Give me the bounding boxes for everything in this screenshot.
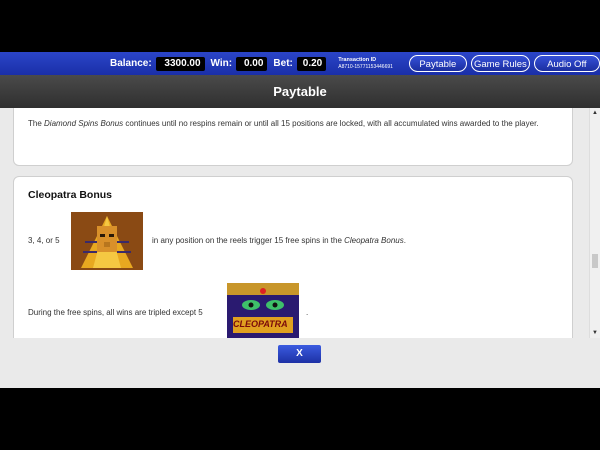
audio-button[interactable]: Audio Off [533,55,600,72]
transaction-id-value: A8710-15771153446691 [338,63,393,70]
win-value: 0.00 [236,56,268,71]
balance-value: 3300.00 [155,56,205,71]
transaction-id-label: Transaction ID [338,56,377,63]
triple-text-end: . [306,308,309,317]
trigger-text: in any position on the reels trigger 15 … [152,236,406,245]
trigger-count-text: 3, 4, or 5 [28,236,60,245]
scroll-down-icon[interactable]: ▼ [592,330,598,336]
balance-label: Balance: [110,58,152,69]
transaction-id: Transaction ID A8710-15771153446691 [338,57,404,71]
diamond-spins-panel: The Diamond Spins Bonus continues until … [13,108,573,166]
cleopatra-symbol-icon: CLEOPATRA [227,283,299,338]
win-label: Win: [210,58,233,69]
paytable-button[interactable]: Paytable [408,55,468,72]
triple-wins-text: During the free spins, all wins are trip… [28,308,203,317]
pharaoh-symbol-icon [71,212,143,270]
scroll-up-icon[interactable]: ▲ [592,110,598,116]
paytable-footer: X [0,338,600,388]
diamond-spins-text: The Diamond Spins Bonus continues until … [28,119,539,128]
game-rules-button[interactable]: Game Rules [471,55,530,72]
bet-label: Bet: [273,58,293,69]
page-title: Paytable [0,75,600,108]
status-bar: Balance: 3300.00 Win: 0.00 Bet: 0.20 Tra… [0,52,600,75]
paytable-content[interactable]: The Diamond Spins Bonus continues until … [0,108,600,338]
cleopatra-bonus-panel: Cleopatra Bonus 3, 4, or 5 in any positi… [13,176,573,338]
content-scrollbar[interactable]: ▲ ▼ [589,108,600,338]
cleopatra-logo-text: CLEOPATRA [233,319,288,329]
cleopatra-bonus-title: Cleopatra Bonus [28,189,113,201]
scrollbar-thumb[interactable] [592,254,598,268]
close-button[interactable]: X [278,345,321,363]
bet-value: 0.20 [296,56,327,71]
